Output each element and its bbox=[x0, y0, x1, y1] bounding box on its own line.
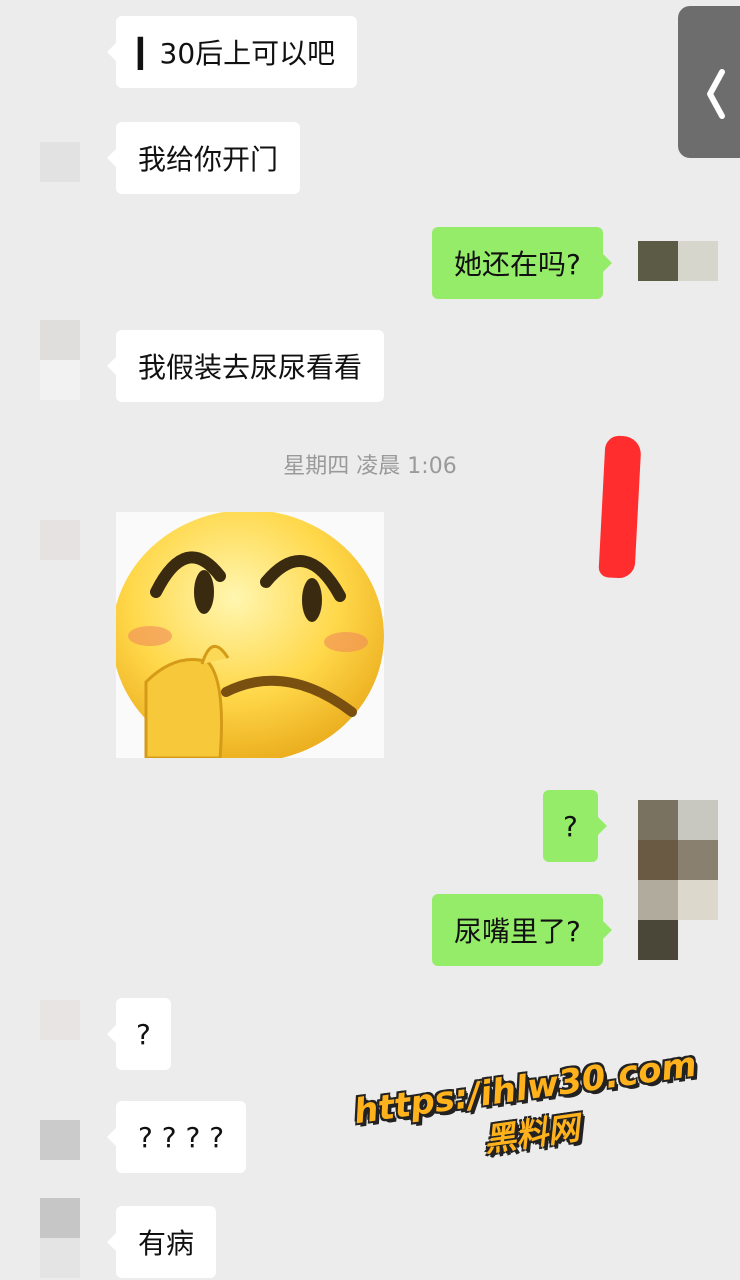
message-text: 我给你开门 bbox=[138, 143, 279, 176]
watermark: https:/ihlw30.com 黑料网 bbox=[329, 1037, 733, 1220]
message-bubble-incoming[interactable]: 有病 bbox=[106, 1206, 217, 1278]
message-bubble-incoming[interactable]: ? bbox=[107, 998, 171, 1070]
avatar[interactable] bbox=[40, 520, 80, 560]
chevron-left-icon bbox=[707, 69, 725, 119]
sticker-image[interactable] bbox=[116, 512, 384, 758]
avatar[interactable] bbox=[40, 1120, 80, 1160]
back-tab[interactable] bbox=[678, 6, 740, 158]
message-text: 我假装去尿尿看看 bbox=[138, 351, 363, 384]
embarrassed-face-emoji-icon bbox=[116, 512, 384, 758]
message-bubble-incoming[interactable]: 我假装去尿尿看看 bbox=[106, 330, 385, 402]
message-text: 她还在吗? bbox=[454, 248, 581, 281]
message-text: 有病 bbox=[138, 1227, 195, 1260]
message-bubble-outgoing[interactable]: 尿嘴里了? bbox=[432, 894, 612, 966]
message-bubble-incoming[interactable]: ? ? ? ? bbox=[106, 1101, 247, 1173]
avatar[interactable] bbox=[638, 241, 718, 281]
message-bubble-incoming[interactable]: 我给你开门 bbox=[106, 122, 301, 194]
message-bubble-outgoing[interactable]: 她还在吗? bbox=[432, 227, 612, 299]
red-annotation-mark bbox=[598, 435, 642, 579]
message-bubble-outgoing[interactable]: ? bbox=[543, 790, 607, 862]
message-text: ▎30后上可以吧 bbox=[138, 37, 336, 70]
message-text: ? bbox=[136, 1017, 151, 1051]
message-bubble-incoming[interactable]: ▎30后上可以吧 bbox=[106, 16, 358, 88]
message-text: 尿嘴里了? bbox=[454, 915, 581, 948]
message-text: ? ? ? ? bbox=[138, 1120, 225, 1154]
avatar[interactable] bbox=[40, 142, 80, 182]
message-text: ? bbox=[563, 809, 578, 843]
avatar[interactable] bbox=[40, 1000, 80, 1040]
avatar[interactable] bbox=[638, 800, 718, 960]
